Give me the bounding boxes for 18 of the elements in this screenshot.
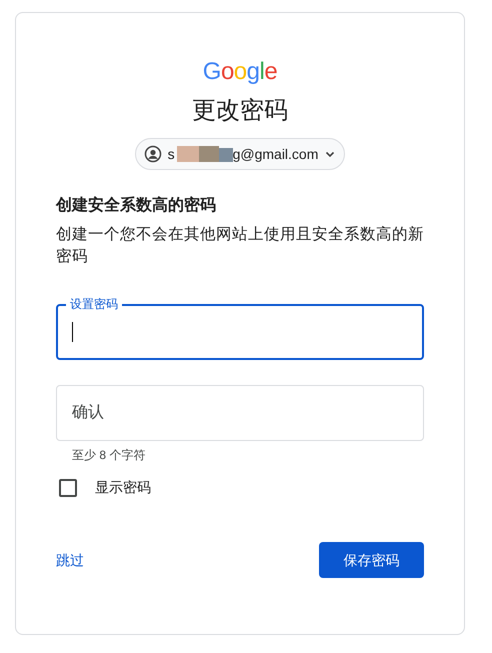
section-heading: 创建安全系数高的密码 [56,196,217,216]
checkbox-label: 显示密码 [95,478,151,497]
confirm-field[interactable]: 确认 [56,385,424,441]
checkbox[interactable] [59,478,77,496]
description: 创建一个您不会在其他网站上使用且安全系数高的新密码 [56,225,424,267]
redaction-mark [174,146,233,162]
skip-link[interactable]: 跳过 [56,550,84,570]
text-cursor [72,322,73,342]
account-chip[interactable]: s g@gmail.com [134,138,346,170]
field-label: 设置密码 [66,296,122,312]
email-start: s [168,144,175,164]
email-end: g@gmail.com [232,144,318,164]
save-button[interactable]: 保存密码 [319,542,424,578]
account-icon [144,145,162,163]
logo: Google [202,58,278,86]
hint-text: 至少 8 个字符 [71,447,146,463]
field-placeholder: 确认 [72,403,104,423]
page-title: 更改密码 [191,96,289,126]
